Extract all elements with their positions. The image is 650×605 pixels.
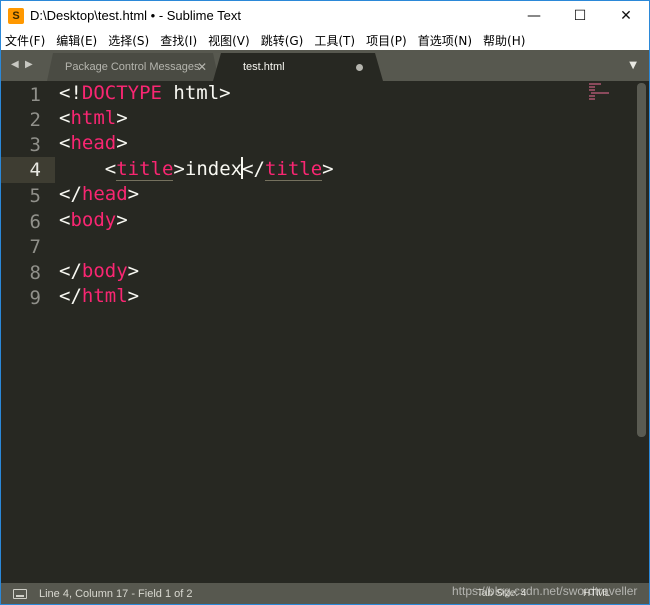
tab-close-icon[interactable]: ✕ xyxy=(197,60,207,74)
line-number: 3 xyxy=(29,134,41,156)
code-line-9: </html> xyxy=(59,285,139,311)
sublime-window: S D:\Desktop\test.html • - Sublime Text … xyxy=(0,0,650,605)
code-line-6: <body> xyxy=(59,209,128,235)
minimap-line xyxy=(589,89,595,91)
line-number: 6 xyxy=(29,211,41,233)
line-number: 5 xyxy=(29,185,41,207)
menu-project[interactable]: 项目(P) xyxy=(366,32,407,49)
window-title: D:\Desktop\test.html • - Sublime Text xyxy=(30,8,241,23)
code-token: > xyxy=(116,107,128,129)
minimize-button[interactable]: — xyxy=(511,1,557,30)
menu-bar: 文件(F) 编辑(E) 选择(S) 查找(I) 视图(V) 跳转(G) 工具(T… xyxy=(1,30,649,50)
menu-file[interactable]: 文件(F) xyxy=(5,32,45,49)
menu-selection[interactable]: 选择(S) xyxy=(108,32,149,49)
tab-list-dropdown-icon[interactable]: ▼ xyxy=(629,60,637,71)
line-number: 1 xyxy=(29,84,41,106)
code-token: </ xyxy=(59,183,82,205)
close-button[interactable]: ✕ xyxy=(603,1,649,30)
code-token-tag: head xyxy=(70,132,117,154)
tab-test-html[interactable]: test.html xyxy=(213,53,383,81)
tab-label: test.html xyxy=(243,61,285,73)
code-token: > xyxy=(116,132,128,154)
minimap-line xyxy=(589,86,595,88)
tab-label: Package Control Messages xyxy=(65,61,200,73)
tab-bar: ◀ ▶ Package Control Messages ✕ test.html… xyxy=(1,50,649,81)
minimap-line xyxy=(591,92,609,94)
code-token: > xyxy=(127,183,140,205)
menu-find[interactable]: 查找(I) xyxy=(160,32,197,49)
code-token-tag: title xyxy=(264,158,323,181)
code-token: <! xyxy=(59,82,82,104)
menu-help[interactable]: 帮助(H) xyxy=(483,32,525,49)
minimap-line xyxy=(589,95,595,97)
code-token: < xyxy=(59,209,71,231)
tab-scroll-left-icon[interactable]: ◀ xyxy=(11,59,19,70)
code-token-tag: body xyxy=(70,209,117,231)
line-number: 8 xyxy=(29,262,41,284)
line-number: 2 xyxy=(29,109,41,131)
code-token-tag: html xyxy=(81,285,128,307)
code-line-3: <head> xyxy=(59,132,128,158)
panel-switcher-icon[interactable] xyxy=(13,588,27,599)
code-token: < xyxy=(104,158,117,180)
cursor-position: Line 4, Column 17 - Field 1 of 2 xyxy=(39,587,193,600)
code-token: < xyxy=(59,107,71,129)
code-line-4: <title>index</title> xyxy=(59,157,334,183)
line-number-gutter: 1 2 3 4 5 6 7 8 9 xyxy=(1,81,53,583)
line-number: 9 xyxy=(29,287,41,309)
code-token-tag: html xyxy=(70,107,117,129)
code-line-2: <html> xyxy=(59,107,128,133)
title-bar: S D:\Desktop\test.html • - Sublime Text … xyxy=(1,1,649,30)
menu-goto[interactable]: 跳转(G) xyxy=(261,32,304,49)
tab-package-control-messages[interactable]: Package Control Messages ✕ xyxy=(47,53,219,81)
line-number-current: 4 xyxy=(29,159,41,181)
code-token-keyword: DOCTYPE xyxy=(81,82,162,104)
menu-preferences[interactable]: 首选项(N) xyxy=(418,32,472,49)
code-line-1: <!DOCTYPE html> xyxy=(59,82,231,108)
code-token-tag: head xyxy=(81,183,128,205)
code-token: > xyxy=(127,260,140,282)
sublime-app-icon: S xyxy=(8,7,24,24)
minimap-line xyxy=(589,98,595,100)
code-token: </ xyxy=(59,285,82,307)
line-number: 7 xyxy=(29,236,41,258)
unsaved-dot-icon[interactable] xyxy=(356,64,363,71)
code-token: < xyxy=(59,132,71,154)
menu-tools[interactable]: 工具(T) xyxy=(314,32,355,49)
code-line-8: </body> xyxy=(59,260,139,286)
tab-scroll-right-icon[interactable]: ▶ xyxy=(25,59,33,70)
code-token: > xyxy=(322,158,334,180)
code-token: </ xyxy=(242,158,265,180)
code-token: > xyxy=(173,158,185,180)
menu-edit[interactable]: 编辑(E) xyxy=(56,32,97,49)
code-token-tag: body xyxy=(81,260,128,282)
minimap-line xyxy=(589,83,601,85)
editor-area[interactable]: 1 2 3 4 5 6 7 8 9 <!DOCTYPE html> <html>… xyxy=(1,81,649,583)
code-token: > xyxy=(116,209,128,231)
code-token: > xyxy=(127,285,140,307)
code-token: html> xyxy=(161,82,231,104)
minimap[interactable] xyxy=(589,83,619,103)
vertical-scrollbar[interactable] xyxy=(637,83,646,437)
maximize-button[interactable]: ☐ xyxy=(557,1,603,30)
watermark-text: https://blog.csdn.net/swordtraveller xyxy=(452,584,638,598)
code-token: </ xyxy=(59,260,82,282)
code-line-5: </head> xyxy=(59,183,139,209)
menu-view[interactable]: 视图(V) xyxy=(208,32,250,49)
code-token-tag: title xyxy=(116,158,174,181)
code-token-text: index xyxy=(184,158,243,180)
